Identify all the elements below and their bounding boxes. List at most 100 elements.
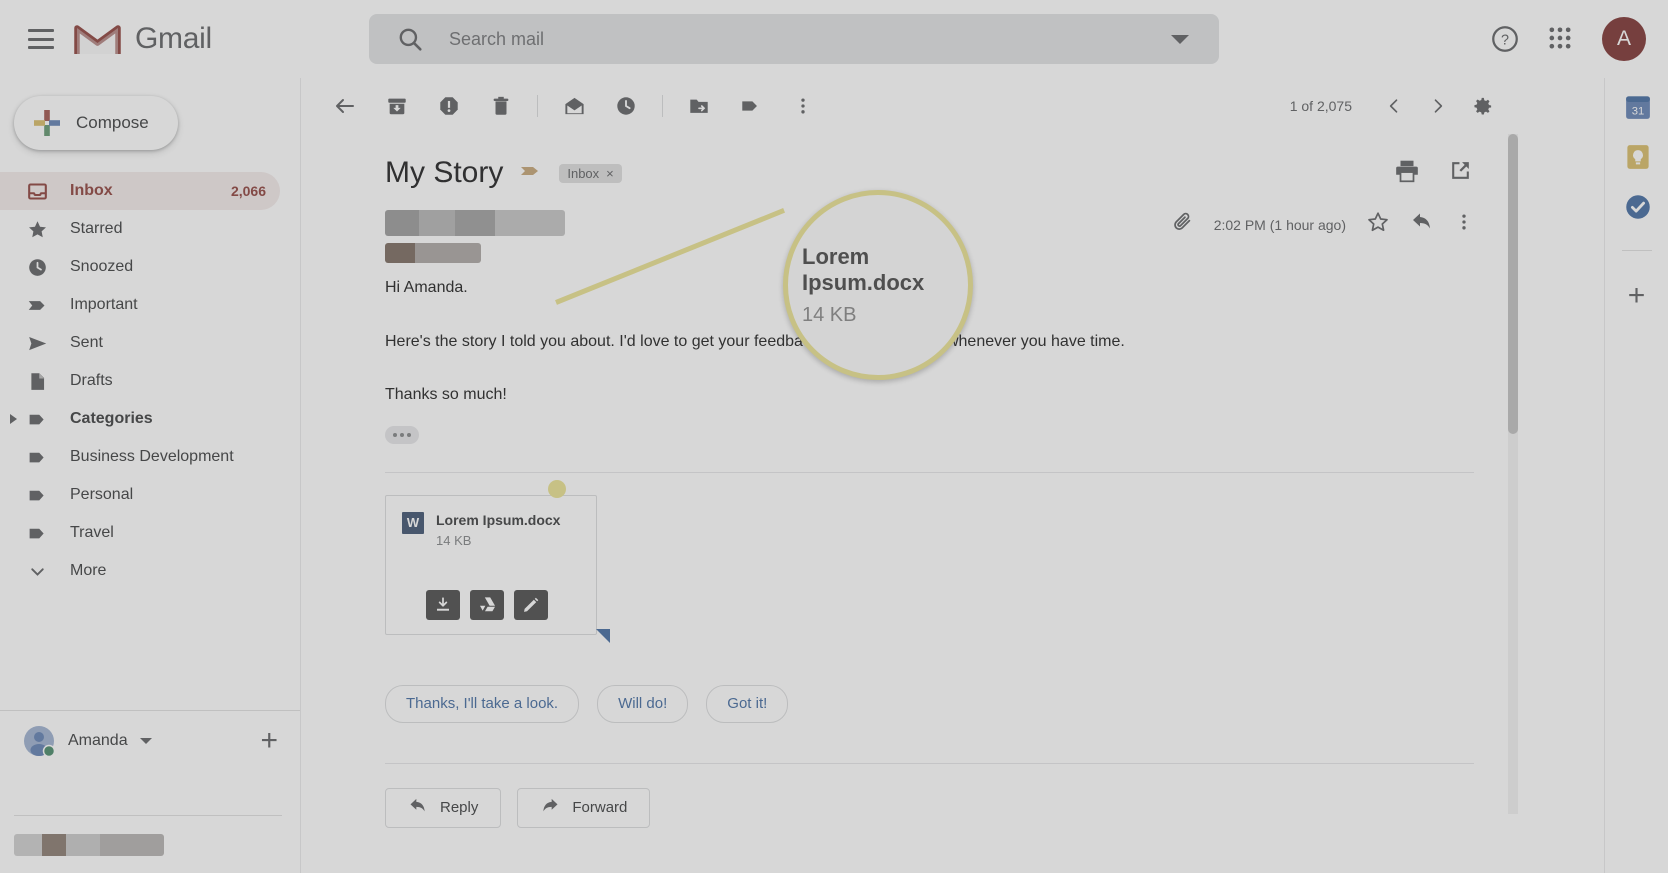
- open-in-new-window-icon[interactable]: [1448, 158, 1474, 184]
- important-marker-icon[interactable]: [519, 159, 543, 188]
- google-calendar-icon[interactable]: 31: [1623, 92, 1651, 120]
- show-trimmed-content-button[interactable]: [385, 425, 419, 444]
- edit-icon[interactable]: [514, 589, 548, 620]
- blurred-contact: [14, 833, 164, 856]
- mark-unread-icon[interactable]: [548, 80, 600, 132]
- move-to-icon[interactable]: [673, 80, 725, 132]
- main-scrollbar[interactable]: [1508, 134, 1518, 814]
- sidebar: Compose Inbox 2,066 Starred Snoozed Impo…: [0, 78, 300, 873]
- attachment-filename: Lorem Ipsum.docx: [436, 511, 561, 528]
- reply-icon[interactable]: [1410, 210, 1434, 239]
- report-spam-icon[interactable]: [423, 80, 475, 132]
- add-contact-button[interactable]: +: [260, 725, 278, 756]
- print-icon[interactable]: [1394, 158, 1420, 184]
- search-bar[interactable]: [369, 14, 1219, 64]
- more-options-icon[interactable]: [777, 80, 829, 132]
- email-header-actions: [1394, 158, 1474, 184]
- sidebar-item-label: Inbox: [70, 182, 113, 199]
- sidebar-item-starred[interactable]: Starred: [0, 210, 280, 248]
- sidebar-item-business-development[interactable]: Business Development: [0, 438, 280, 476]
- clock-icon: [26, 256, 48, 278]
- label-icon: [26, 522, 48, 544]
- save-to-drive-icon[interactable]: [470, 589, 504, 620]
- blurred-sender-email: [385, 243, 481, 263]
- callout-anchor-dot: [548, 480, 566, 498]
- search-options-icon[interactable]: [1171, 34, 1189, 44]
- sidebar-item-label: Categories: [70, 410, 153, 427]
- sidebar-item-drafts[interactable]: Drafts: [0, 362, 280, 400]
- labels-icon[interactable]: [725, 80, 777, 132]
- avatar[interactable]: A: [1602, 17, 1646, 61]
- toolbar-divider: [537, 95, 538, 117]
- star-icon: [26, 218, 48, 240]
- top-bar-actions: ? A: [1490, 17, 1668, 61]
- top-bar: Gmail ?: [0, 0, 1668, 78]
- star-icon[interactable]: [1366, 210, 1390, 239]
- smart-reply-button[interactable]: Will do!: [597, 684, 689, 723]
- smart-reply-button[interactable]: Thanks, I'll take a look.: [385, 684, 580, 723]
- user-avatar[interactable]: [22, 724, 56, 758]
- plus-icon: [32, 108, 62, 138]
- subject-row: My Story Inbox ×: [301, 134, 1520, 190]
- sidebar-item-sent[interactable]: Sent: [0, 324, 280, 362]
- inbox-label-chip[interactable]: Inbox ×: [559, 163, 622, 183]
- reply-button-label: Reply: [440, 799, 479, 817]
- chat-contact-row[interactable]: [14, 815, 282, 873]
- sidebar-item-snoozed[interactable]: Snoozed: [0, 248, 280, 286]
- main-menu-icon[interactable]: [28, 29, 54, 49]
- important-marker-icon: [26, 294, 48, 316]
- expand-categories-icon[interactable]: [10, 414, 17, 424]
- email-toolbar: 1 of 2,075: [301, 78, 1520, 134]
- sidebar-item-label: Personal: [70, 486, 134, 503]
- sidebar-item-more[interactable]: More: [0, 552, 280, 590]
- previous-page-icon[interactable]: [1374, 86, 1414, 126]
- google-apps-icon[interactable]: [1546, 24, 1576, 54]
- gmail-wordmark: Gmail: [135, 22, 212, 55]
- settings-gear-icon[interactable]: [1462, 86, 1502, 126]
- attachment-actions: [426, 589, 548, 620]
- forward-button[interactable]: Forward: [517, 787, 651, 828]
- forward-arrow-icon: [540, 796, 560, 820]
- snooze-icon[interactable]: [600, 80, 652, 132]
- sidebar-item-categories[interactable]: Categories: [0, 400, 280, 438]
- user-name: Amanda: [68, 731, 128, 749]
- toolbar-divider: [662, 95, 663, 117]
- attachment-card[interactable]: W Lorem Ipsum.docx 14 KB: [385, 494, 610, 643]
- smart-reply-button[interactable]: Got it!: [706, 684, 789, 723]
- reply-action-bar: Reply Forward: [385, 787, 1520, 828]
- more-options-icon[interactable]: [1454, 212, 1474, 237]
- google-keep-icon[interactable]: [1623, 142, 1651, 170]
- sidebar-item-important[interactable]: Important: [0, 286, 280, 324]
- sidebar-item-label: More: [70, 562, 107, 579]
- delete-icon[interactable]: [475, 80, 527, 132]
- close-icon[interactable]: ×: [606, 166, 614, 181]
- sidebar-item-inbox[interactable]: Inbox 2,066: [0, 172, 280, 210]
- compose-button[interactable]: Compose: [14, 96, 178, 150]
- user-menu-chevron-icon[interactable]: [139, 737, 152, 744]
- svg-text:?: ?: [1501, 33, 1509, 49]
- gmail-app: Gmail ?: [0, 0, 1668, 873]
- help-icon[interactable]: ?: [1490, 24, 1520, 54]
- message-meta: 2:02 PM (1 hour ago): [1172, 210, 1474, 239]
- download-icon[interactable]: [426, 589, 460, 620]
- sidebar-item-personal[interactable]: Personal: [0, 476, 280, 514]
- search-input[interactable]: [449, 28, 1171, 50]
- google-tasks-icon[interactable]: [1623, 192, 1651, 220]
- gmail-logo[interactable]: Gmail: [74, 21, 304, 57]
- page-count-label: 1 of 2,075: [1289, 98, 1352, 114]
- attachment-filesize: 14 KB: [436, 532, 472, 548]
- sidebar-item-label: Business Development: [70, 448, 234, 465]
- back-to-inbox-icon[interactable]: [319, 80, 371, 132]
- next-page-icon[interactable]: [1418, 86, 1458, 126]
- user-status-bar: Amanda +: [0, 710, 300, 770]
- archive-icon[interactable]: [371, 80, 423, 132]
- draft-icon: [26, 370, 48, 392]
- sidebar-item-travel[interactable]: Travel: [0, 514, 280, 552]
- reply-button[interactable]: Reply: [385, 787, 502, 828]
- attachment-info: W Lorem Ipsum.docx 14 KB: [386, 496, 596, 548]
- word-document-icon: W: [402, 511, 424, 534]
- body-paragraph: Thanks so much!: [385, 386, 507, 404]
- svg-text:31: 31: [1631, 106, 1644, 118]
- get-addons-button[interactable]: +: [1628, 281, 1646, 311]
- page-title: My Story: [385, 156, 504, 189]
